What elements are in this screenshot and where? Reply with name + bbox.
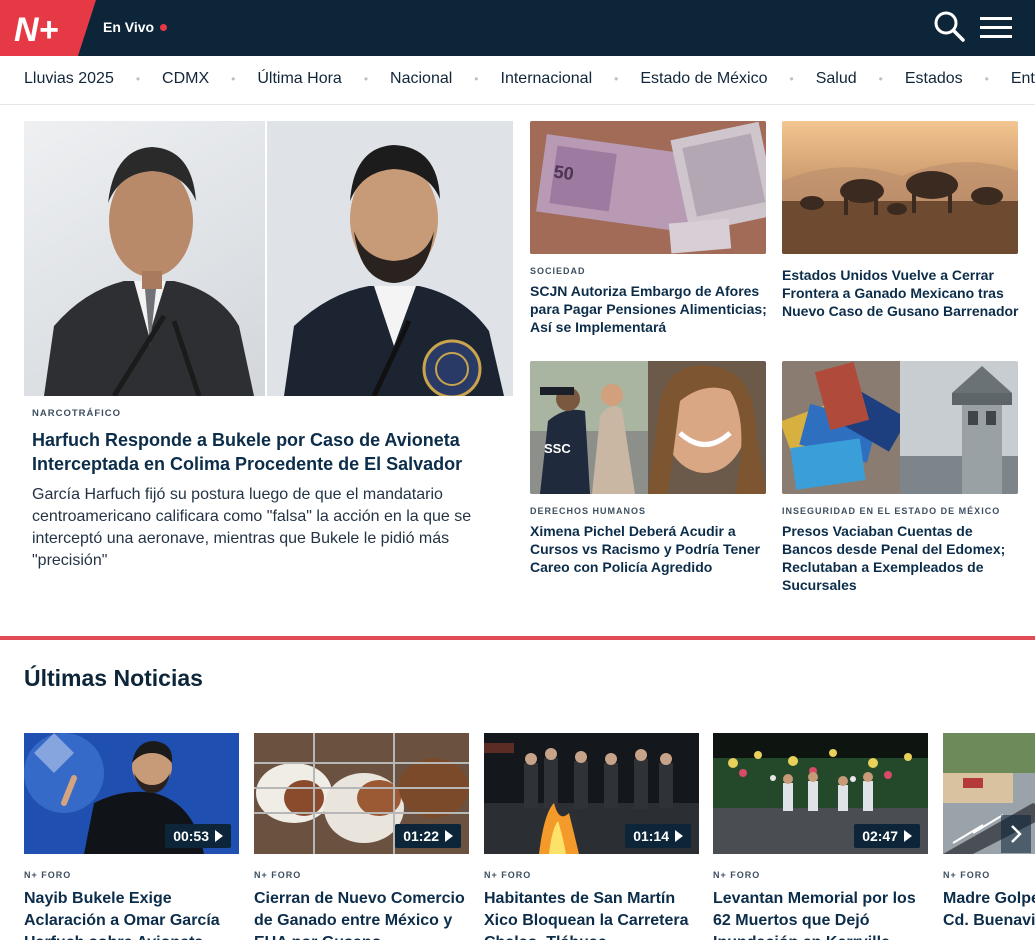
side-card-3-title[interactable]: Ximena Pichel Deberá Acudir a Cursos vs … bbox=[530, 522, 767, 576]
latest-item-3-kicker[interactable]: N+ FORO bbox=[484, 870, 699, 880]
latest-item-4-kicker[interactable]: N+ FORO bbox=[713, 870, 928, 880]
latest-item-1-video[interactable]: 00:53 bbox=[24, 733, 239, 854]
latest-item-4-title[interactable]: Levantan Memorial por los 62 Muertos que… bbox=[713, 888, 928, 940]
chevron-right-icon bbox=[1011, 825, 1022, 843]
side-card-2-title[interactable]: Estados Unidos Vuelve a Cerrar Frontera … bbox=[782, 266, 1019, 320]
latest-item-5-title[interactable]: Madre Golpea a Primaria en Cd. Buenavist… bbox=[943, 888, 1035, 932]
nav-item-salud[interactable]: Salud bbox=[816, 70, 857, 88]
lead-summary: García Harfuch fijó su postura luego de … bbox=[32, 486, 472, 569]
latest-item-2-video[interactable]: 01:22 bbox=[254, 733, 469, 854]
side-card-4-image[interactable] bbox=[782, 361, 1018, 494]
nav-item-lluvias[interactable]: Lluvias 2025 bbox=[24, 70, 114, 88]
latest-item-4: 02:47 N+ FORO Levantan Memorial por los … bbox=[713, 733, 928, 940]
side-card-2: Estados Unidos Vuelve a Cerrar Frontera … bbox=[782, 121, 1019, 320]
latest-item-1-duration: 00:53 bbox=[165, 824, 231, 848]
live-label: En Vivo bbox=[103, 19, 155, 35]
side-card-4-kicker[interactable]: INSEGURIDAD EN EL ESTADO DE MÉXICO bbox=[782, 506, 1019, 516]
latest-item-3: 01:14 N+ FORO Habitantes de San Martín X… bbox=[484, 733, 699, 940]
latest-item-2: 01:22 N+ FORO Cierran de Nuevo Comercio … bbox=[254, 733, 469, 940]
carousel-next-button[interactable] bbox=[1001, 815, 1031, 853]
side-card-1-kicker[interactable]: SOCIEDAD bbox=[530, 266, 767, 276]
section-nav: Lluvias 2025 • CDMX • Última Hora • Naciona… bbox=[0, 56, 1035, 105]
nav-item-entretenimiento[interactable]: Entr bbox=[1011, 70, 1035, 88]
latest-item-3-duration: 01:14 bbox=[625, 824, 691, 848]
latest-item-3-video[interactable]: 01:14 bbox=[484, 733, 699, 854]
lead-story-image[interactable] bbox=[24, 121, 513, 396]
play-icon bbox=[904, 830, 912, 842]
latest-item-1-title[interactable]: Nayib Bukele Exige Aclaración a Omar Gar… bbox=[24, 888, 239, 940]
side-card-4: INSEGURIDAD EN EL ESTADO DE MÉXICO Preso… bbox=[782, 361, 1019, 594]
section-divider bbox=[0, 636, 1035, 640]
svg-text:50: 50 bbox=[552, 162, 575, 185]
nav-item-estados[interactable]: Estados bbox=[905, 70, 963, 88]
side-card-1: 50 SOCIEDAD SCJN Autoriza Embargo de Afo… bbox=[530, 121, 767, 336]
nav-item-internacional[interactable]: Internacional bbox=[501, 70, 593, 88]
side-card-3-image[interactable]: SSC bbox=[530, 361, 766, 494]
nav-item-estado-de-mexico[interactable]: Estado de México bbox=[640, 70, 767, 88]
side-card-1-image[interactable]: 50 bbox=[530, 121, 766, 254]
search-button[interactable] bbox=[930, 8, 970, 46]
hamburger-icon bbox=[980, 17, 1012, 38]
live-dot-icon bbox=[160, 23, 168, 31]
nav-item-ultima-hora[interactable]: Última Hora bbox=[257, 70, 341, 88]
side-card-4-title[interactable]: Presos Vaciaban Cuentas de Bancos desde … bbox=[782, 522, 1019, 594]
play-icon bbox=[675, 830, 683, 842]
latest-item-1-kicker[interactable]: N+ FORO bbox=[24, 870, 239, 880]
nav-item-nacional[interactable]: Nacional bbox=[390, 70, 452, 88]
menu-button[interactable] bbox=[978, 10, 1014, 44]
svg-text:N+: N+ bbox=[14, 11, 59, 49]
lead-kicker[interactable]: NARCOTRÁFICO bbox=[32, 408, 121, 419]
latest-item-5-kicker[interactable]: N+ FORO bbox=[943, 870, 1035, 880]
latest-item-4-duration: 02:47 bbox=[854, 824, 920, 848]
live-link[interactable]: En Vivo bbox=[103, 19, 168, 35]
latest-item-2-kicker[interactable]: N+ FORO bbox=[254, 870, 469, 880]
top-header: N+ En Vivo bbox=[0, 0, 1035, 56]
side-card-3: SSC DERECHOS HUMANOS Ximena Pichel Deber… bbox=[530, 361, 767, 576]
play-icon bbox=[445, 830, 453, 842]
latest-item-2-title[interactable]: Cierran de Nuevo Comercio de Ganado entr… bbox=[254, 888, 469, 940]
latest-item-3-title[interactable]: Habitantes de San Martín Xico Bloquean l… bbox=[484, 888, 699, 940]
side-card-2-image[interactable] bbox=[782, 121, 1018, 254]
side-card-1-title[interactable]: SCJN Autoriza Embargo de Afores para Pag… bbox=[530, 282, 767, 336]
latest-item-4-video[interactable]: 02:47 bbox=[713, 733, 928, 854]
lead-title[interactable]: Harfuch Responde a Bukele por Caso de Av… bbox=[32, 428, 502, 476]
latest-item-1: 00:53 N+ FORO Nayib Bukele Exige Aclarac… bbox=[24, 733, 239, 940]
latest-item-2-duration: 01:22 bbox=[395, 824, 461, 848]
latest-news-heading: Últimas Noticias bbox=[24, 665, 203, 691]
play-icon bbox=[215, 830, 223, 842]
nav-item-cdmx[interactable]: CDMX bbox=[162, 70, 209, 88]
nplus-logo[interactable]: N+ bbox=[0, 0, 96, 56]
side-card-3-kicker[interactable]: DERECHOS HUMANOS bbox=[530, 506, 767, 516]
search-icon bbox=[934, 11, 965, 42]
svg-text:SSC: SSC bbox=[544, 441, 571, 456]
